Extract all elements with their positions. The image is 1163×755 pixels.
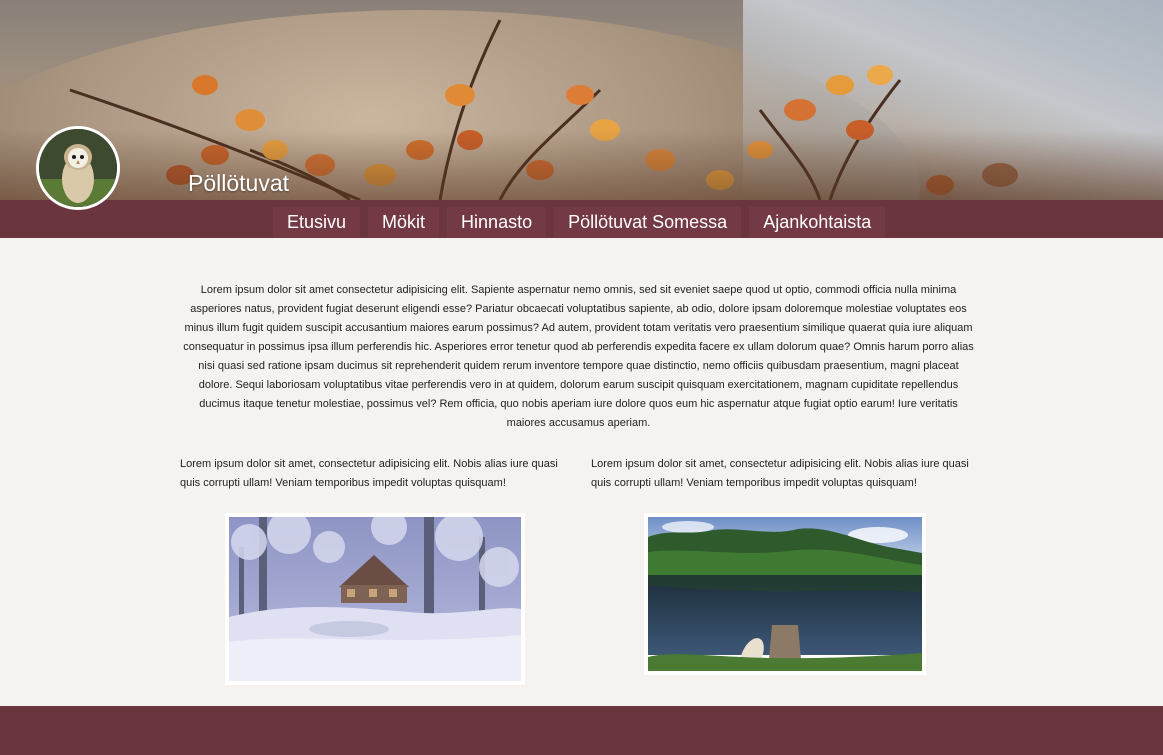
main-nav: Etusivu Mökit Hinnasto Pöllötuvat Somess… bbox=[273, 207, 886, 238]
navbar: Etusivu Mökit Hinnasto Pöllötuvat Somess… bbox=[0, 200, 1163, 238]
winter-cabin-photo bbox=[225, 509, 525, 685]
intro-paragraph: Lorem ipsum dolor sit amet consectetur a… bbox=[183, 284, 974, 429]
left-column-text: Lorem ipsum dolor sit amet, consectetur … bbox=[180, 458, 558, 489]
lake-dock-photo bbox=[644, 513, 926, 675]
footer bbox=[0, 706, 1163, 755]
owl-avatar-icon[interactable] bbox=[36, 126, 120, 210]
hero-banner bbox=[0, 0, 1163, 200]
site-title[interactable]: Pöllötuvat bbox=[188, 170, 289, 197]
right-column-text: Lorem ipsum dolor sit amet, consectetur … bbox=[591, 458, 969, 489]
nav-item-mokit[interactable]: Mökit bbox=[368, 207, 440, 238]
nav-item-somessa[interactable]: Pöllötuvat Somessa bbox=[554, 207, 742, 238]
nav-item-etusivu[interactable]: Etusivu bbox=[273, 207, 361, 238]
nav-item-hinnasto[interactable]: Hinnasto bbox=[447, 207, 547, 238]
banner-shade bbox=[0, 130, 1163, 200]
nav-item-ajankohtaista[interactable]: Ajankohtaista bbox=[749, 207, 886, 238]
